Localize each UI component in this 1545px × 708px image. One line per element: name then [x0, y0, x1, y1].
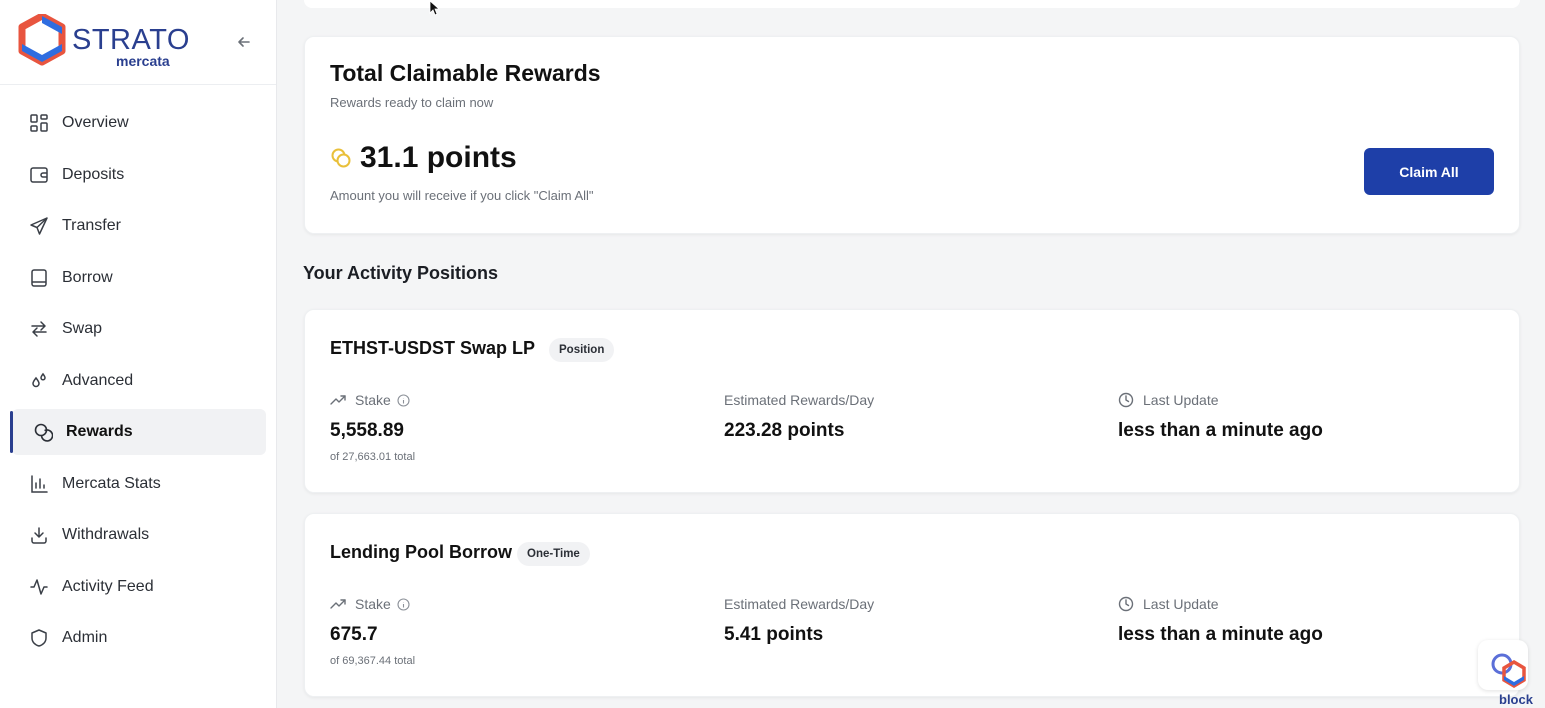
coins-icon [32, 421, 54, 443]
claimable-points: 31.1 points [330, 141, 517, 175]
help-widget-label: block [1499, 692, 1533, 707]
download-icon [28, 524, 50, 546]
sidebar-item-borrow[interactable]: Borrow [12, 255, 266, 301]
sidebar-item-label: Mercata Stats [62, 474, 161, 492]
main-content: Total Claimable Rewards Rewards ready to… [276, 0, 1545, 708]
rewards-label: Estimated Rewards/Day [724, 596, 875, 612]
sidebar-item-label: Borrow [62, 268, 113, 286]
stake-total: of 69,367.44 total [330, 655, 416, 667]
coins-icon [331, 148, 351, 168]
block-logo-icon [1491, 653, 1526, 689]
card-title: Total Claimable Rewards [330, 60, 601, 86]
collapse-sidebar-button[interactable] [232, 30, 256, 54]
rewards-column: Estimated Rewards/Day 223.28 points [724, 390, 874, 442]
points-value: 31.1 points [360, 141, 517, 174]
sidebar-item-swap[interactable]: Swap [12, 306, 266, 352]
activity-icon [28, 576, 50, 598]
sidebar-item-admin[interactable]: Admin [12, 615, 266, 661]
help-widget-button[interactable] [1478, 640, 1528, 690]
sidebar-item-activity-feed[interactable]: Activity Feed [12, 564, 266, 610]
last-update-label: Last Update [1143, 596, 1219, 612]
rewards-column: Estimated Rewards/Day 5.41 points [724, 594, 874, 646]
stake-column: Stake 5,558.89 of 27,663.01 total [330, 390, 415, 463]
position-badge: Position [549, 338, 615, 362]
rewards-value: 223.28 points [724, 420, 845, 441]
sidebar-item-label: Activity Feed [62, 577, 154, 595]
claim-all-button[interactable]: Claim All [1364, 148, 1494, 195]
position-card: Lending Pool Borrow One-Time Stake 675.7… [304, 513, 1520, 697]
mouse-cursor-icon [429, 0, 441, 16]
swap-arrows-icon [28, 318, 50, 340]
brand-subname: mercata [116, 53, 170, 69]
sidebar-item-rewards[interactable]: Rewards [10, 409, 266, 455]
send-icon [28, 215, 50, 237]
stake-value: 5,558.89 [330, 420, 404, 441]
info-icon[interactable] [397, 393, 410, 407]
rewards-value: 5.41 points [724, 624, 824, 645]
wallet-icon [28, 164, 50, 186]
card-subtitle: Rewards ready to claim now [330, 95, 494, 110]
arrow-left-icon [238, 37, 250, 47]
last-update-value: less than a minute ago [1118, 420, 1323, 441]
sidebar-divider [0, 84, 276, 85]
sidebar-item-advanced[interactable]: Advanced [12, 358, 266, 404]
strato-logo-icon [18, 14, 66, 66]
book-icon [28, 267, 50, 289]
claim-note: Amount you will receive if you click "Cl… [330, 188, 594, 203]
sidebar-item-label: Swap [62, 320, 103, 337]
sidebar-item-withdrawals[interactable]: Withdrawals [12, 512, 266, 558]
sidebar-item-label: Withdrawals [62, 526, 150, 543]
clock-icon [1118, 596, 1134, 612]
grid-icon [28, 112, 50, 134]
stake-total: of 27,663.01 total [330, 451, 416, 463]
last-update-value: less than a minute ago [1118, 624, 1323, 645]
position-name: ETHST-USDST Swap LP [330, 338, 536, 358]
sidebar-item-label: Transfer [62, 217, 121, 234]
info-icon[interactable] [397, 597, 410, 611]
position-name: Lending Pool Borrow [330, 542, 512, 562]
sidebar-item-transfer[interactable]: Transfer [12, 203, 266, 249]
sidebar-item-mercata-stats[interactable]: Mercata Stats [12, 461, 266, 507]
sidebar-item-label: Overview [62, 114, 129, 131]
trending-up-icon [330, 392, 346, 408]
stake-column: Stake 675.7 of 69,367.44 total [330, 594, 415, 667]
claimable-rewards-card: Total Claimable Rewards Rewards ready to… [304, 36, 1520, 234]
sidebar-item-label: Deposits [62, 165, 125, 183]
sidebar-nav: Overview Deposits Transfer Borrow Swap A… [10, 100, 266, 667]
position-card: ETHST-USDST Swap LP Position Stake 5,558… [304, 309, 1520, 493]
sidebar-item-overview[interactable]: Overview [12, 100, 266, 146]
section-title: Your Activity Positions [303, 263, 499, 283]
last-update-label: Last Update [1143, 392, 1219, 408]
sidebar-item-label: Advanced [62, 371, 134, 389]
stake-label: Stake [355, 596, 391, 612]
bar-chart-icon [28, 473, 50, 495]
drops-icon [28, 370, 50, 392]
previous-card-edge [304, 0, 1520, 8]
rewards-label: Estimated Rewards/Day [724, 392, 875, 408]
last-update-column: Last Update less than a minute ago [1118, 390, 1323, 442]
stake-value: 675.7 [330, 624, 378, 645]
shield-icon [28, 627, 50, 649]
position-badge: One-Time [517, 542, 590, 566]
clock-icon [1118, 392, 1134, 408]
last-update-column: Last Update less than a minute ago [1118, 594, 1323, 646]
sidebar-item-label: Admin [62, 629, 108, 646]
trending-up-icon [330, 596, 346, 612]
stake-label: Stake [355, 392, 391, 408]
brand-logo[interactable]: STRATO mercata [18, 14, 218, 70]
sidebar-item-label: Rewards [66, 423, 133, 440]
sidebar-item-deposits[interactable]: Deposits [12, 152, 266, 198]
sidebar: STRATO mercata Overview Deposits Transfe… [0, 0, 277, 708]
